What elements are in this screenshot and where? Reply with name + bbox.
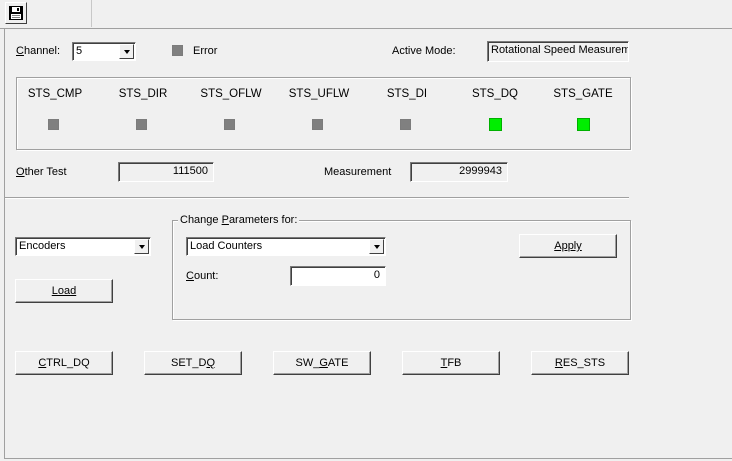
set-dq-button-label: SET_DQ [170, 357, 216, 369]
status-led-sts_dq [488, 118, 502, 131]
count-label: Count: [186, 270, 219, 282]
measurement-value: 2999943 [459, 165, 502, 177]
other-test-field: 111500 [118, 162, 214, 182]
res-sts-button[interactable]: RES_STS [531, 351, 629, 375]
chevron-down-icon [123, 49, 130, 54]
parameter-select[interactable]: Load Counters [186, 237, 386, 256]
window-frame-bottom [4, 458, 732, 459]
set-dq-button[interactable]: SET_DQ [144, 351, 242, 375]
channel-dropdown-arrow[interactable] [119, 44, 134, 59]
count-value: 0 [373, 269, 380, 281]
status-flag-label-sts_gate: STS_GATE [553, 88, 613, 100]
load-button[interactable]: Load [15, 279, 113, 303]
ctrl-dq-button[interactable]: CTRL_DQ [15, 351, 113, 375]
active-mode-field: Rotational Speed Measurement [487, 41, 629, 62]
measurement-label: Measurement [324, 166, 392, 178]
status-flag-label-sts_uflw: STS_UFLW [288, 88, 350, 100]
status-flag-label-sts_cmp: STS_CMP [27, 88, 83, 100]
sw-gate-button-label: SW_GATE [295, 357, 349, 369]
tfb-button-label: TFB [440, 357, 462, 369]
floppy-disk-icon [9, 6, 23, 20]
status-flag-label-sts_dir: STS_DIR [118, 88, 168, 100]
change-parameters-title: Change Parameters for: [178, 214, 300, 226]
status-flag-label-sts_dq: STS_DQ [471, 88, 518, 100]
status-led-sts_oflw [223, 119, 235, 130]
chevron-down-icon [138, 244, 145, 249]
module-dropdown-arrow[interactable] [134, 239, 149, 254]
active-mode-label: Active Mode: [392, 45, 456, 57]
status-flag-label-sts_oflw: STS_OFLW [200, 88, 262, 100]
toolbar [0, 0, 732, 29]
apply-button-label: Apply [554, 240, 582, 252]
channel-label: Channel: [16, 45, 61, 57]
status-flag-label-sts_di: STS_DI [386, 88, 428, 100]
error-led [172, 45, 183, 56]
channel-select[interactable]: 5 [72, 42, 136, 61]
measurement-field: 2999943 [410, 162, 508, 182]
active-mode-value: Rotational Speed Measurement [491, 44, 629, 56]
other-test-value: 111500 [172, 165, 208, 177]
res-sts-button-label: RES_STS [554, 357, 606, 369]
other-test-label: Other Test [16, 166, 67, 178]
parameter-dropdown-arrow[interactable] [369, 239, 384, 254]
module-select[interactable]: Encoders [15, 237, 151, 256]
status-led-sts_uflw [311, 119, 323, 130]
error-label: Error [193, 45, 218, 57]
status-led-sts_cmp [47, 119, 59, 130]
load-button-label: Load [51, 285, 77, 297]
status-led-sts_gate [576, 118, 590, 131]
count-input[interactable]: 0 [290, 266, 386, 286]
status-led-sts_di [399, 119, 411, 130]
apply-button[interactable]: Apply [519, 234, 617, 258]
save-button[interactable] [5, 2, 27, 24]
section-divider [5, 197, 629, 198]
module-value: Encoders [19, 240, 66, 252]
window-frame-left [4, 29, 5, 459]
tfb-button[interactable]: TFB [402, 351, 500, 375]
chevron-down-icon [373, 244, 380, 249]
status-led-sts_dir [135, 119, 147, 130]
parameter-value: Load Counters [190, 240, 263, 252]
ctrl-dq-button-label: CTRL_DQ [38, 357, 90, 369]
toolbar-separator [91, 0, 92, 27]
channel-value: 5 [76, 45, 83, 57]
sw-gate-button[interactable]: SW_GATE [273, 351, 371, 375]
